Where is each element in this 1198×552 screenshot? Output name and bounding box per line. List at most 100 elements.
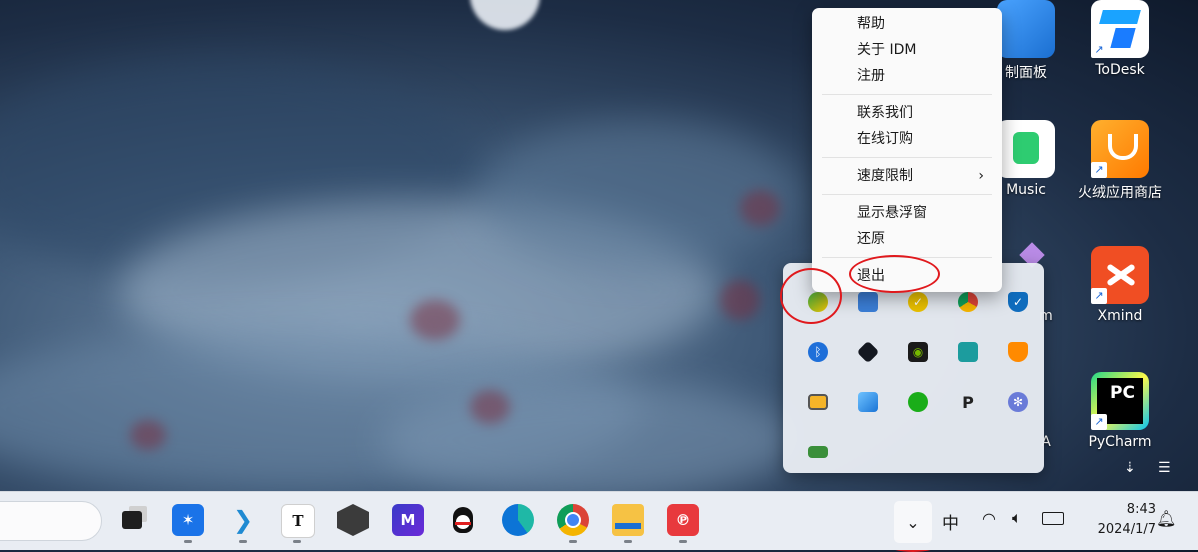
running-indicator — [239, 540, 247, 543]
network-manager-icon — [858, 292, 878, 312]
tray-item[interactable] — [793, 377, 843, 427]
menu-item-label: 速度限制 — [857, 168, 913, 184]
huorong-store-icon: ↗ — [1091, 120, 1149, 178]
desktop-icon-todesk[interactable]: ↗ ToDesk — [1072, 0, 1168, 78]
vscode-icon[interactable]: ❯ — [227, 504, 259, 536]
chevron-down-icon: ⌄ — [906, 512, 920, 532]
running-indicator — [184, 540, 192, 543]
task-view-icon[interactable] — [116, 504, 148, 536]
running-indicator — [624, 540, 632, 543]
network-app-icon[interactable]: ✶ — [172, 504, 204, 536]
shortcut-arrow-icon: ↗ — [1091, 42, 1107, 58]
desktop-icon-huorong-store[interactable]: ↗ 火绒应用商店 — [1072, 120, 1168, 202]
chevron-right-icon: › — [978, 168, 984, 184]
tray-overflow-flyout: ✓ ✓ ᛒ ◉ P ✻ — [783, 263, 1044, 473]
menu-separator — [822, 94, 992, 95]
desktop-icon-label: PyCharm — [1088, 434, 1152, 450]
menu-separator — [822, 157, 992, 158]
sort-icon[interactable]: ⇣ — [1124, 460, 1136, 476]
menu-item-restore[interactable]: 还原 — [812, 227, 1002, 251]
tray-item[interactable]: ◉ — [893, 327, 943, 377]
input-method-indicator[interactable]: 中 — [942, 509, 959, 534]
idm-icon — [808, 292, 828, 312]
notification-bell-icon[interactable]: 🔔︎ — [1156, 509, 1176, 528]
todesk-icon: ↗ — [1091, 0, 1149, 58]
shortcut-arrow-icon: ↗ — [1091, 288, 1107, 304]
tray-item[interactable] — [943, 327, 993, 377]
search-input[interactable] — [0, 501, 102, 541]
desktop-icon-pycharm[interactable]: PC ↗ PyCharm — [1072, 372, 1168, 450]
taskbar: ✶ ❯ T M ℗ ⌄ 中 ◠ 🔈︎ 8:43 2024/1/7 🔔︎ — [0, 491, 1198, 550]
menu-item-register[interactable]: 注册 — [812, 64, 1002, 88]
pycharm-icon: PC ↗ — [1091, 372, 1149, 430]
menu-item-speed-limit[interactable]: 速度限制 › — [812, 164, 1002, 188]
typora-icon[interactable]: T — [281, 504, 315, 538]
desktop-icon-label: 火绒应用商店 — [1078, 185, 1162, 201]
chrome-icon[interactable] — [557, 504, 589, 536]
tray-item[interactable] — [893, 377, 943, 427]
music-icon — [997, 120, 1055, 178]
image-tool-icon — [858, 392, 878, 412]
tray-item[interactable]: ✻ — [993, 377, 1043, 427]
battery-icon[interactable] — [1042, 512, 1064, 525]
unity-icon[interactable] — [337, 504, 369, 536]
menu-item-label: 退出 — [857, 268, 885, 284]
desktop-icon-label: 制面板 — [1005, 65, 1047, 81]
menu-item-contact[interactable]: 联系我们 — [812, 101, 1002, 125]
pdf-app-icon[interactable]: ℗ — [667, 504, 699, 536]
shortcut-arrow-icon: ↗ — [1091, 414, 1107, 430]
desktop-icon-xmind[interactable]: ↗ Xmind — [1072, 246, 1168, 324]
gpu-app-icon — [808, 446, 828, 458]
file-explorer-icon[interactable] — [612, 504, 644, 536]
window-app-icon — [808, 394, 828, 410]
menu-item-label: 联系我们 — [857, 105, 913, 121]
xmind-icon: ↗ — [1091, 246, 1149, 304]
menu-item-label: 显示悬浮窗 — [857, 205, 927, 221]
menu-item-show-floating-window[interactable]: 显示悬浮窗 — [812, 201, 1002, 225]
menu-item-label: 注册 — [857, 68, 885, 84]
menu-item-exit[interactable]: 退出 — [812, 264, 1002, 288]
wechat-icon — [908, 392, 928, 412]
defender-icon: ✓ — [1008, 292, 1028, 312]
volume-icon[interactable]: 🔈︎ — [1012, 508, 1022, 528]
shortcut-arrow-icon: ↗ — [1091, 162, 1107, 178]
menu-item-about[interactable]: 关于 IDM — [812, 38, 1002, 62]
tray-item[interactable] — [793, 427, 843, 477]
desktop-icon-label: ToDesk — [1095, 62, 1145, 78]
list-icon[interactable]: ☰ — [1158, 460, 1171, 476]
edge-icon[interactable] — [502, 504, 534, 536]
desktop-icon-label: Music — [1006, 182, 1046, 198]
running-indicator — [679, 540, 687, 543]
tray-item[interactable] — [843, 377, 893, 427]
idm-tray-context-menu: 帮助 关于 IDM 注册 联系我们 在线订购 速度限制 › 显示悬浮窗 还原 退… — [812, 8, 1002, 292]
security-check-icon: ✓ — [908, 292, 928, 312]
menu-item-label: 帮助 — [857, 16, 885, 32]
tray-item[interactable] — [993, 327, 1043, 377]
clock-date[interactable]: 2024/1/7 — [1076, 522, 1156, 537]
menu-item-label: 还原 — [857, 231, 885, 247]
parsec-icon: P — [962, 392, 974, 412]
menu-item-label: 关于 IDM — [857, 42, 917, 58]
huorong-icon — [1008, 342, 1028, 362]
desktop-icon-label: Xmind — [1097, 308, 1143, 324]
menu-separator — [822, 257, 992, 258]
mweb-icon[interactable]: M — [392, 504, 424, 536]
menu-item-order-online[interactable]: 在线订购 — [812, 127, 1002, 151]
show-hidden-icons-button[interactable]: ⌄ — [894, 501, 932, 543]
bluetooth-icon: ᛒ — [808, 342, 828, 362]
tray-item[interactable] — [843, 327, 893, 377]
running-indicator — [569, 540, 577, 543]
control-panel-icon — [997, 0, 1055, 58]
chrome-icon — [958, 292, 978, 312]
clock-time[interactable]: 8:43 — [1086, 502, 1156, 517]
menu-item-help[interactable]: 帮助 — [812, 12, 1002, 36]
qq-icon[interactable] — [447, 504, 479, 536]
nvidia-icon: ◉ — [908, 342, 928, 362]
tray-item[interactable]: P — [943, 377, 993, 427]
dark-app-icon — [856, 340, 880, 364]
menu-item-label: 在线订购 — [857, 131, 913, 147]
monitor-icon — [958, 342, 978, 362]
menu-separator — [822, 194, 992, 195]
tray-item[interactable]: ᛒ — [793, 327, 843, 377]
wifi-icon[interactable]: ◠ — [982, 509, 996, 528]
